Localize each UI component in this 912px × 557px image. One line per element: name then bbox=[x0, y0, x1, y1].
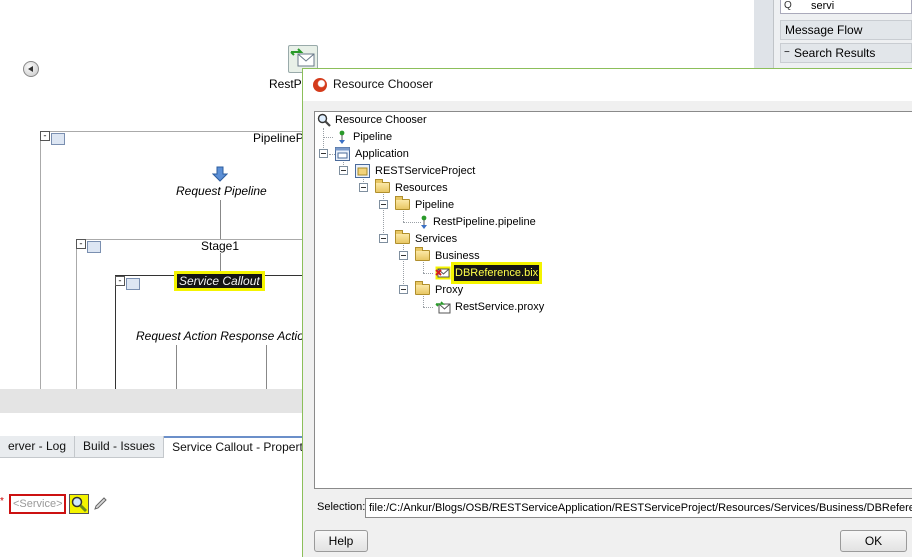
required-marker: * bbox=[0, 496, 4, 507]
stage-connector bbox=[220, 253, 221, 275]
ok-button[interactable]: OK bbox=[840, 530, 907, 552]
tree-line bbox=[323, 137, 333, 138]
pipeline-file-icon bbox=[421, 215, 427, 229]
tree-label-pipeline-file: RestPipeline.pipeline bbox=[433, 216, 536, 228]
tree-label-project: RESTServiceProject bbox=[375, 165, 476, 177]
callout-collapse-toggle[interactable]: - bbox=[115, 276, 125, 286]
canvas-scrollbar[interactable] bbox=[0, 389, 304, 413]
jdeveloper-app-icon bbox=[313, 78, 327, 92]
folder-icon bbox=[395, 196, 410, 210]
bottom-tab-bar: erver - Log Build - Issues Service Callo… bbox=[0, 436, 328, 458]
pipeline-label: PipelineP bbox=[253, 131, 304, 145]
business-expander[interactable] bbox=[399, 251, 408, 260]
folder-icon bbox=[375, 179, 390, 193]
message-flow-item[interactable]: Message Flow bbox=[780, 20, 912, 40]
request-action-line bbox=[176, 345, 177, 389]
search-dropdown-icon[interactable]: Q bbox=[784, 0, 792, 11]
flow-connector bbox=[220, 200, 221, 239]
tree-line bbox=[423, 262, 424, 273]
tree-label-business-file: DBReference.bix bbox=[450, 262, 543, 284]
help-button[interactable]: Help bbox=[314, 530, 368, 552]
dialog-titlebar[interactable]: Resource Chooser bbox=[303, 69, 912, 101]
pipeline-folder-expander[interactable] bbox=[379, 200, 388, 209]
dialog-title: Resource Chooser bbox=[333, 77, 434, 91]
stage-icon bbox=[87, 241, 101, 253]
resources-expander[interactable] bbox=[359, 183, 368, 192]
stage-collapse-toggle[interactable]: - bbox=[76, 239, 86, 249]
services-expander[interactable] bbox=[379, 234, 388, 243]
business-service-icon bbox=[435, 266, 451, 280]
pencil-edit-icon[interactable] bbox=[92, 496, 108, 512]
pipeline-pair-icon bbox=[51, 133, 65, 145]
tree-label-proxy: Proxy bbox=[435, 284, 464, 296]
service-field[interactable]: <Service> bbox=[9, 494, 66, 514]
tree-label-application: Application bbox=[355, 148, 409, 160]
tab-server-log[interactable]: erver - Log bbox=[0, 436, 76, 458]
tree-line bbox=[423, 307, 433, 308]
right-panel-scrollbar[interactable] bbox=[754, 0, 774, 70]
proxy-expander[interactable] bbox=[399, 285, 408, 294]
tree-label-services: Services bbox=[415, 233, 458, 245]
application-icon bbox=[335, 147, 350, 161]
tab-build-issues[interactable]: Build - Issues bbox=[75, 436, 165, 458]
request-response-actions-label: Request Action Response Actio bbox=[136, 329, 304, 343]
browse-service-button[interactable] bbox=[69, 494, 89, 514]
search-icon bbox=[71, 496, 88, 513]
pipeline-collapse-toggle[interactable]: - bbox=[40, 131, 50, 141]
tree-label-pipeline-folder: Pipeline bbox=[415, 199, 455, 211]
request-pipeline-label[interactable]: Request Pipeline bbox=[176, 184, 267, 198]
project-icon bbox=[355, 164, 370, 178]
application-expander[interactable] bbox=[319, 149, 328, 158]
back-nav-icon[interactable] bbox=[23, 61, 39, 77]
tree-line bbox=[423, 273, 433, 274]
folder-icon bbox=[395, 230, 410, 244]
magnifier-icon bbox=[317, 113, 331, 127]
tree-label-business: Business bbox=[435, 250, 480, 262]
component-search-input[interactable]: servi bbox=[780, 0, 912, 14]
tree-label-pipeline: Pipeline bbox=[353, 131, 393, 143]
pipeline-icon bbox=[339, 130, 345, 144]
response-action-line bbox=[266, 345, 267, 389]
tree-label-proxy-file: RestService.proxy bbox=[455, 301, 545, 313]
stage-label: Stage1 bbox=[201, 239, 240, 253]
search-results-label: Search Results bbox=[794, 46, 876, 60]
resource-chooser-dialog: Resource Chooser Resource Chooser Pipeli… bbox=[302, 68, 912, 557]
resource-tree: Resource Chooser Pipeline Application RE… bbox=[314, 111, 912, 489]
collapse-marker: − bbox=[784, 47, 790, 58]
proxy-label: RestP bbox=[269, 77, 302, 91]
search-results-item[interactable]: − Search Results bbox=[780, 43, 912, 63]
selection-label: Selection: bbox=[317, 501, 366, 513]
request-pipeline-arrow-icon bbox=[212, 166, 228, 182]
proxy-service-file-icon bbox=[435, 301, 451, 314]
service-callout-icon bbox=[126, 278, 140, 290]
tree-label-root: Resource Chooser bbox=[335, 114, 427, 126]
selection-path-field[interactable]: file:/C:/Ankur/Blogs/OSB/RESTServiceAppl… bbox=[365, 498, 912, 518]
tree-line bbox=[403, 211, 404, 222]
tree-label-resources: Resources bbox=[395, 182, 448, 194]
project-expander[interactable] bbox=[339, 166, 348, 175]
folder-icon bbox=[415, 247, 430, 261]
folder-icon bbox=[415, 281, 430, 295]
service-callout-label[interactable]: Service Callout bbox=[174, 271, 265, 291]
tree-line bbox=[423, 296, 424, 307]
